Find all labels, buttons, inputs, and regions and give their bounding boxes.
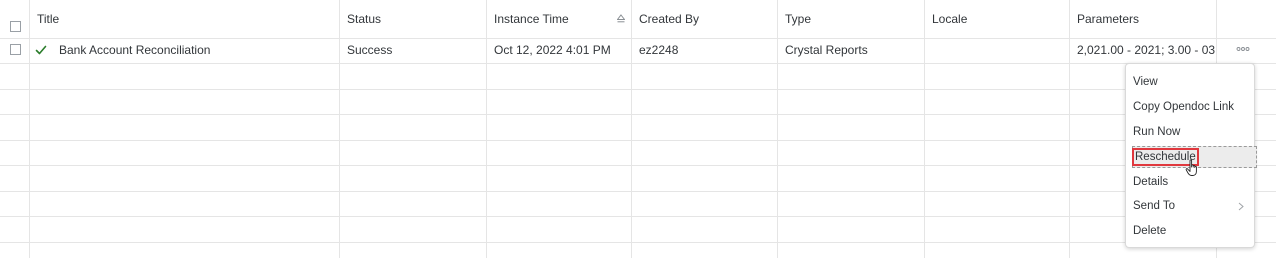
menu-item-label: Reschedule bbox=[1132, 148, 1199, 166]
row-locale bbox=[932, 38, 1062, 62]
menu-item-label: Details bbox=[1133, 176, 1169, 188]
row-title[interactable]: Bank Account Reconciliation bbox=[59, 38, 334, 62]
column-header-locale[interactable]: Locale bbox=[932, 0, 1062, 38]
row-created-by: ez2248 bbox=[639, 43, 679, 57]
column-header-parameters[interactable]: Parameters bbox=[1077, 0, 1207, 38]
checkmark-icon bbox=[35, 45, 47, 55]
menu-item-details[interactable]: Details bbox=[1132, 171, 1252, 193]
row-parameters: 2,021.00 - 2021; 3.00 - 03-Se bbox=[1077, 43, 1215, 57]
row-divider bbox=[0, 242, 1276, 243]
column-header-title[interactable]: Title bbox=[37, 0, 327, 38]
menu-item-label: View bbox=[1133, 76, 1158, 88]
menu-item-run-now[interactable]: Run Now bbox=[1132, 121, 1252, 143]
row-actions-menu: View Copy Opendoc Link Run Now Reschedul… bbox=[1125, 63, 1257, 248]
row-instance-time: Oct 12, 2022 4:01 PM bbox=[494, 43, 611, 57]
row-divider bbox=[0, 191, 1276, 192]
row-divider bbox=[0, 114, 1276, 115]
menu-item-send-to[interactable]: Send To bbox=[1132, 195, 1252, 217]
row-divider bbox=[0, 89, 1276, 90]
row-divider bbox=[0, 140, 1276, 141]
column-header-status[interactable]: Status bbox=[347, 0, 477, 38]
instances-table: Title Status Instance Time Created By Ty… bbox=[0, 0, 1276, 258]
column-header-created-by[interactable]: Created By bbox=[639, 0, 769, 38]
menu-item-delete[interactable]: Delete bbox=[1132, 220, 1252, 242]
sort-ascending-icon[interactable] bbox=[617, 14, 625, 23]
column-header-instance-time[interactable]: Instance Time bbox=[494, 0, 604, 38]
row-divider bbox=[0, 63, 1276, 64]
more-horizontal-icon[interactable] bbox=[1236, 44, 1250, 54]
menu-item-reschedule[interactable]: Reschedule bbox=[1132, 146, 1257, 168]
row-divider bbox=[0, 216, 1276, 217]
row-divider bbox=[0, 165, 1276, 166]
menu-item-label: Run Now bbox=[1133, 126, 1181, 138]
column-header-type[interactable]: Type bbox=[785, 0, 915, 38]
chevron-right-icon bbox=[1238, 202, 1244, 211]
menu-item-label: Send To bbox=[1133, 200, 1175, 212]
select-all-checkbox[interactable] bbox=[10, 21, 21, 32]
menu-item-copy-opendoc-link[interactable]: Copy Opendoc Link bbox=[1132, 96, 1252, 118]
row-status: Success bbox=[347, 43, 393, 57]
row-checkbox[interactable] bbox=[10, 44, 21, 55]
row-type: Crystal Reports bbox=[785, 43, 868, 57]
menu-item-label: Delete bbox=[1133, 225, 1167, 237]
menu-item-view[interactable]: View bbox=[1132, 71, 1252, 93]
menu-item-label: Copy Opendoc Link bbox=[1133, 101, 1235, 113]
